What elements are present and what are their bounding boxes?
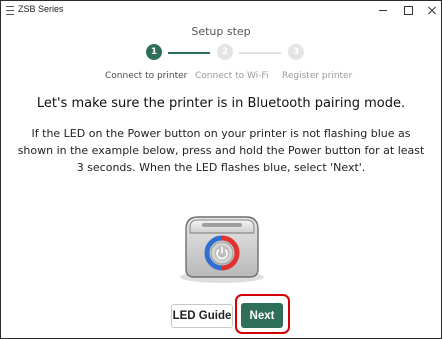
window-title: ZSB Series: [18, 4, 64, 14]
close-button[interactable]: [421, 1, 441, 19]
next-button[interactable]: Next: [241, 303, 283, 328]
page-title: Let's make sure the printer is in Blueto…: [36, 96, 406, 111]
step-2-label: Connect to Wi-Fi: [195, 71, 269, 81]
step-3-label: Register printer: [282, 71, 353, 81]
printer-power-led-icon: [180, 216, 264, 283]
maximize-button[interactable]: [397, 1, 419, 19]
step-1-indicator: 1: [146, 44, 162, 60]
step-connector-1: [168, 52, 210, 54]
step-3-indicator: 3: [288, 44, 304, 60]
step-connector-2: [239, 52, 281, 54]
app-menu-icon[interactable]: [6, 6, 14, 15]
title-bar: ZSB Series: [1, 1, 441, 19]
stepper-heading: Setup step: [191, 25, 251, 38]
minimize-button[interactable]: [372, 1, 394, 19]
led-guide-button[interactable]: LED Guide: [171, 304, 233, 328]
maximize-icon: [403, 5, 413, 15]
instructions-text: If the LED on the Power button on your p…: [17, 127, 425, 174]
step-2-indicator: 2: [217, 44, 233, 60]
close-icon: [427, 5, 437, 15]
app-window: ZSB Series Setup step 1 2 3 Connect to p…: [0, 0, 442, 339]
step-1-label: Connect to printer: [105, 71, 188, 81]
minimize-icon: [379, 9, 387, 11]
